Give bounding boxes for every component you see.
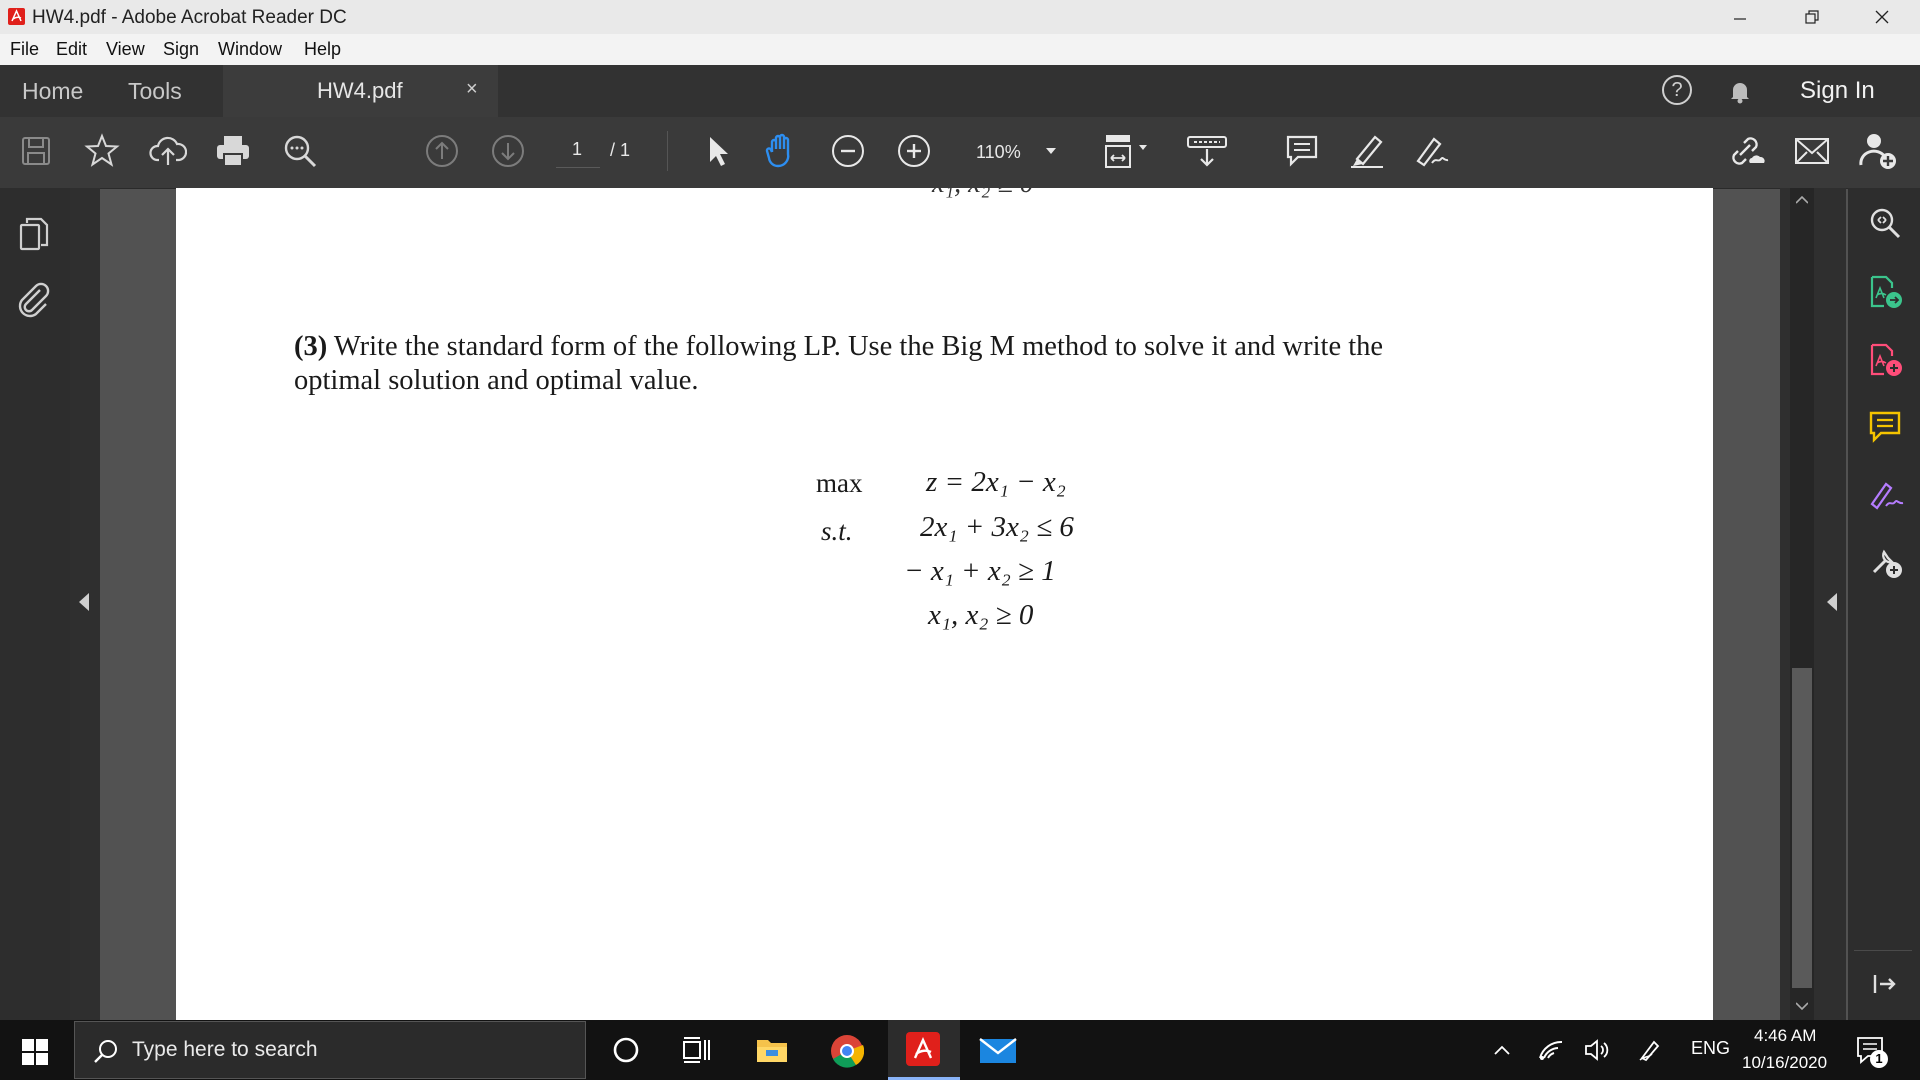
- upload-cloud-icon[interactable]: [148, 131, 188, 171]
- menu-file[interactable]: File: [10, 39, 39, 60]
- page-thumbnails-icon[interactable]: [17, 215, 51, 253]
- restore-button[interactable]: [1782, 0, 1842, 34]
- comment-tool-icon[interactable]: [1868, 410, 1902, 444]
- pen-workspace-icon[interactable]: [1638, 1038, 1662, 1062]
- sign-pen-icon[interactable]: [1412, 131, 1452, 171]
- select-cursor-icon[interactable]: [697, 131, 737, 171]
- clock-date[interactable]: 10/16/2020: [1742, 1053, 1827, 1073]
- menu-bar: File Edit View Sign Window Help: [0, 34, 1920, 66]
- scroll-down-arrow-icon[interactable]: [1796, 1002, 1808, 1010]
- window-title: HW4.pdf - Adobe Acrobat Reader DC: [32, 7, 347, 28]
- expand-right-panel-icon[interactable]: [1826, 593, 1838, 611]
- previous-page-icon[interactable]: [422, 131, 462, 171]
- wifi-icon[interactable]: [1538, 1038, 1564, 1062]
- acrobat-logo-icon: [8, 8, 25, 25]
- problem-number: (3): [294, 331, 328, 362]
- hand-tool-icon[interactable]: [762, 131, 802, 171]
- fill-sign-icon[interactable]: [1868, 478, 1906, 512]
- tab-bar: Home Tools HW4.pdf × ? Sign In: [0, 65, 1920, 117]
- expand-left-panel-icon[interactable]: [78, 593, 90, 611]
- lp-objective: z = 2x₁ − x₂: [926, 466, 1066, 498]
- bell-icon[interactable]: [1726, 77, 1754, 105]
- tab-document-label: HW4.pdf: [317, 78, 403, 103]
- title-bar: HW4.pdf - Adobe Acrobat Reader DC: [0, 0, 1920, 34]
- menu-edit[interactable]: Edit: [56, 39, 87, 60]
- scroll-mode-icon[interactable]: [1184, 131, 1230, 171]
- create-pdf-icon[interactable]: [1868, 342, 1904, 378]
- zoom-dropdown[interactable]: 110%: [960, 131, 1060, 171]
- close-window-button[interactable]: [1852, 0, 1912, 34]
- mail-icon[interactable]: [979, 1036, 1017, 1066]
- tab-document[interactable]: HW4.pdf ×: [223, 65, 498, 117]
- cortana-icon[interactable]: [612, 1036, 640, 1064]
- sign-in-button[interactable]: Sign In: [1800, 77, 1875, 105]
- email-icon[interactable]: [1792, 131, 1832, 171]
- acrobat-taskbar-button[interactable]: [888, 1020, 960, 1080]
- lp-max-label: max: [816, 468, 863, 498]
- tab-tools[interactable]: Tools: [128, 78, 182, 105]
- search-placeholder: Type here to search: [132, 1038, 318, 1061]
- bookmark-star-icon[interactable]: [82, 131, 122, 171]
- tab-home[interactable]: Home: [22, 78, 83, 105]
- print-icon[interactable]: [213, 131, 253, 171]
- fit-page-icon[interactable]: [1100, 131, 1154, 171]
- notifications-icon[interactable]: 1: [1856, 1036, 1888, 1068]
- minimize-button[interactable]: [1710, 0, 1770, 34]
- acrobat-taskbar-icon: [906, 1032, 940, 1066]
- search-icon: [93, 1038, 119, 1064]
- menu-window[interactable]: Window: [218, 39, 282, 60]
- cut-off-line: x₁, x₂ ≥ 0: [932, 188, 1034, 200]
- scroll-up-arrow-icon[interactable]: [1796, 196, 1808, 204]
- share-link-icon[interactable]: [1726, 131, 1766, 171]
- menu-view[interactable]: View: [106, 39, 145, 60]
- rail-divider: [1854, 950, 1912, 951]
- problem-statement: (3) Write the standard form of the follo…: [294, 329, 1634, 365]
- lp-nonnegativity: x₁, x₂ ≥ 0: [928, 599, 1034, 631]
- show-hidden-icons-chevron[interactable]: [1494, 1044, 1510, 1056]
- notification-count-badge: 1: [1870, 1050, 1888, 1068]
- export-pdf-icon[interactable]: [1868, 274, 1904, 310]
- language-indicator[interactable]: ENG: [1691, 1038, 1730, 1059]
- toolbar-divider: [667, 131, 668, 171]
- taskbar-search-box[interactable]: Type here to search: [74, 1021, 586, 1079]
- menu-help[interactable]: Help: [304, 39, 341, 60]
- attachments-paperclip-icon[interactable]: [16, 282, 52, 318]
- toolbar: 1 / 1 110%: [0, 117, 1920, 189]
- right-tools-rail: [1848, 188, 1920, 1020]
- left-navigation-rail: [0, 188, 70, 1020]
- file-explorer-icon[interactable]: [756, 1036, 788, 1064]
- comment-icon[interactable]: [1282, 131, 1322, 171]
- more-tools-icon[interactable]: [1868, 544, 1906, 580]
- menu-sign[interactable]: Sign: [163, 39, 199, 60]
- zoom-out-icon[interactable]: [828, 131, 868, 171]
- lp-constraint-1: 2x₁ + 3x₂ ≤ 6: [920, 511, 1074, 543]
- volume-icon[interactable]: [1584, 1038, 1612, 1062]
- page-total: / 1: [610, 140, 631, 160]
- add-user-icon[interactable]: [1858, 131, 1898, 171]
- next-page-icon[interactable]: [488, 131, 528, 171]
- collapse-panel-icon[interactable]: [1872, 972, 1898, 996]
- lp-st-label: s.t.: [821, 516, 853, 546]
- windows-start-icon[interactable]: [22, 1039, 48, 1065]
- problem-text-line2: optimal solution and optimal value.: [294, 365, 699, 396]
- zoom-tool-icon[interactable]: [1868, 206, 1902, 240]
- pdf-page: x₁, x₂ ≥ 0 (3) Write the standard form o…: [176, 188, 1713, 1020]
- help-icon[interactable]: ?: [1662, 75, 1692, 105]
- lp-constraint-2: − x₁ + x₂ ≥ 1: [904, 555, 1056, 587]
- highlight-pen-icon[interactable]: [1348, 131, 1388, 171]
- tab-close-icon[interactable]: ×: [466, 78, 478, 101]
- zoom-value: 110%: [976, 142, 1021, 162]
- chrome-icon[interactable]: [830, 1034, 864, 1068]
- search-zoom-icon[interactable]: [280, 131, 320, 171]
- save-icon[interactable]: [16, 131, 56, 171]
- left-panel-toggle-strip: [70, 188, 100, 1020]
- page-number-value: 1: [572, 139, 583, 159]
- zoom-in-icon[interactable]: [894, 131, 934, 171]
- clock-time[interactable]: 4:46 AM: [1754, 1026, 1816, 1046]
- task-view-icon[interactable]: [682, 1036, 712, 1064]
- page-number-input[interactable]: 1: [556, 133, 600, 168]
- problem-text-line1: Write the standard form of the following…: [333, 331, 1384, 362]
- scrollbar-thumb[interactable]: [1792, 668, 1812, 988]
